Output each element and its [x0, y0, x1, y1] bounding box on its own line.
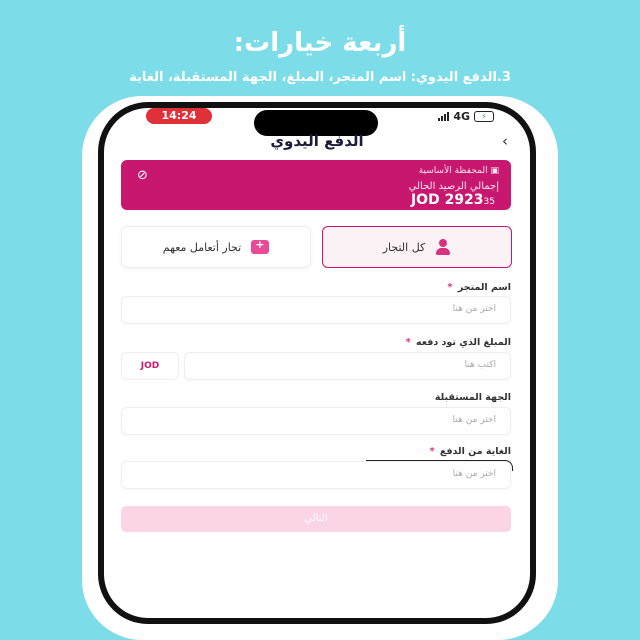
wallet-label-row: ▣ المحفظة الأساسية [419, 166, 499, 176]
status-time: 14:24 [146, 108, 212, 124]
amount-input[interactable]: اكتب هنا [184, 352, 511, 380]
amount-label-text: المبلغ الذي تود دفعه [416, 337, 511, 348]
wallet-icon: ▣ [490, 166, 499, 176]
battery-icon: ⚡ [474, 110, 494, 122]
receiver-select[interactable]: اختر من هنا [121, 407, 511, 435]
store-name-placeholder: اختر من هنا [452, 304, 496, 314]
app-screen: 14:24 4G ⚡ الدفع اليدوي ‹ ▣ المحفظة الأس… [104, 108, 530, 618]
wallet-label: المحفظة الأساسية [418, 166, 488, 176]
balance-label: إجمالي الرصيد الحالي [408, 181, 499, 192]
balance-amount: JOD 292335 [411, 192, 499, 208]
required-mark: * [405, 337, 411, 348]
store-name-label: اسم المتجر * [448, 282, 511, 293]
eye-off-icon[interactable]: ⊘ [137, 168, 148, 183]
person-icon [435, 239, 451, 255]
currency-selector[interactable]: JOD [121, 352, 179, 380]
wallet-card: ▣ المحفظة الأساسية إجمالي الرصيد الحالي … [121, 160, 511, 210]
status-indicators: 4G ⚡ [438, 108, 494, 124]
option-all-merchants[interactable]: كل التجار [322, 226, 512, 268]
receiver-placeholder: اختر من هنا [452, 415, 496, 425]
amount-label: المبلغ الذي تود دفعه * [406, 337, 511, 348]
network-label: 4G [453, 109, 470, 123]
option-all-label: كل التجار [382, 240, 426, 254]
store-icon [251, 238, 270, 254]
purpose-label-text: الغاية من الدفع [439, 446, 511, 457]
option-previous-label: تجار أتعامل معهم [162, 240, 242, 254]
receiver-label-text: الجهة المستقبلة [434, 392, 511, 403]
option-previous-merchants[interactable]: تجار أتعامل معهم [121, 226, 311, 268]
chevron-left-icon[interactable]: ‹ [502, 132, 508, 150]
balance-main: JOD 2923 [410, 192, 484, 208]
purpose-label: الغاية من الدفع * [430, 446, 511, 457]
signal-icon [438, 111, 450, 121]
required-mark: * [447, 282, 453, 293]
receiver-label: الجهة المستقبلة [435, 392, 511, 403]
balance-decimal: 35 [483, 197, 495, 207]
focus-indicator [366, 460, 513, 471]
store-name-select[interactable]: اختر من هنا [121, 296, 511, 324]
store-name-label-text: اسم المتجر [457, 282, 511, 293]
required-mark: * [429, 446, 435, 457]
amount-placeholder: اكتب هنا [464, 360, 496, 370]
promo-headline: أربعة خيارات: [233, 28, 407, 58]
promo-subline: 3.الدفع اليدوي: اسم المتجر، المبلغ، الجه… [129, 70, 511, 85]
page-title: الدفع اليدوي [270, 132, 364, 150]
next-button[interactable]: التالي [121, 506, 511, 532]
